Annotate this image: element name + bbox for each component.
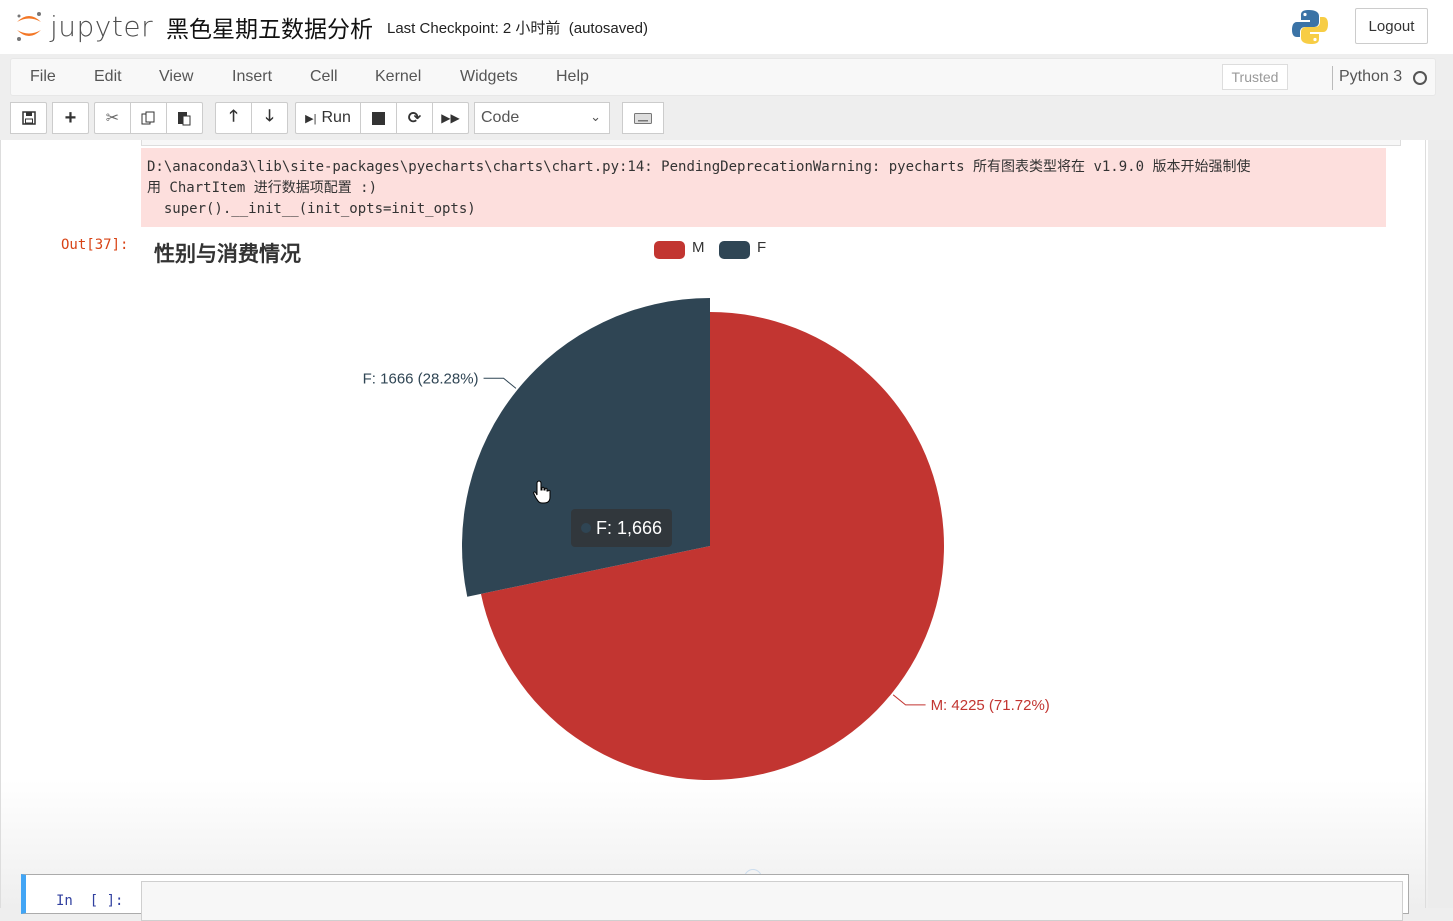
save-icon [21, 111, 36, 125]
run-label: Run [321, 109, 351, 126]
stop-icon [372, 111, 385, 125]
insert-cell-button[interactable]: + [52, 102, 89, 134]
previous-cell-input [141, 140, 1401, 146]
restart-button[interactable]: ⟳ [396, 102, 433, 134]
trusted-indicator[interactable]: Trusted [1222, 64, 1288, 90]
checkpoint-status: Last Checkpoint: 2 小时前 (autosaved) [387, 20, 648, 37]
jupyter-logo[interactable]: jupyter [14, 8, 153, 44]
kernel-idle-icon [1413, 71, 1427, 85]
menu-help[interactable]: Help [556, 68, 589, 86]
cell-type-value: Code [481, 109, 520, 126]
notebook-area: D:\anaconda3\lib\site-packages\pyecharts… [0, 140, 1453, 921]
fast-forward-icon: ▶▶ [441, 111, 460, 125]
kernel-separator [1332, 66, 1333, 90]
label-line-f [483, 377, 517, 389]
pie-slice-f[interactable] [462, 298, 710, 597]
notebook-name[interactable]: 黑色星期五数据分析 [166, 10, 373, 44]
logout-button[interactable]: Logout [1355, 8, 1428, 44]
stderr-line: super().__init__(init_opts=init_opts) [147, 201, 476, 217]
tooltip-color-dot [581, 523, 591, 533]
stderr-output: D:\anaconda3\lib\site-packages\pyecharts… [141, 148, 1386, 227]
plus-icon: + [64, 106, 77, 129]
arrow-down-icon: 🡓 [265, 107, 274, 125]
header: jupyter 黑色星期五数据分析 Last Checkpoint: 2 小时前… [0, 0, 1453, 54]
code-cell[interactable]: In [ ]: [21, 874, 1409, 921]
menu-edit[interactable]: Edit [94, 68, 122, 86]
scissors-icon: ✂ [105, 110, 120, 127]
hand-cursor-icon [533, 480, 551, 504]
copy-button[interactable] [130, 102, 167, 134]
menu-view[interactable]: View [159, 68, 193, 86]
menu-cell[interactable]: Cell [310, 68, 338, 86]
chevron-down-icon: ⌄ [590, 109, 601, 124]
code-input[interactable] [141, 881, 1403, 921]
page-scrollbar[interactable] [1428, 140, 1453, 908]
paste-icon [178, 111, 191, 125]
move-down-button[interactable]: 🡓 [251, 102, 288, 134]
keyboard-icon [634, 112, 652, 124]
logo-text: jupyter [50, 9, 154, 43]
copy-icon [141, 111, 155, 124]
restart-run-all-button[interactable]: ▶▶ [432, 102, 469, 134]
save-button[interactable] [10, 102, 47, 134]
step-forward-icon: ▶| [305, 112, 317, 125]
stderr-line: 用 ChartItem 进行数据项配置 :) [147, 180, 378, 196]
notebook-container: D:\anaconda3\lib\site-packages\pyecharts… [0, 140, 1426, 921]
menubar: File Edit View Insert Cell Kernel Widget… [10, 58, 1436, 96]
run-button[interactable]: ▶| Run [295, 102, 361, 134]
interrupt-button[interactable] [360, 102, 397, 134]
menu-kernel[interactable]: Kernel [375, 68, 421, 86]
tooltip-text: F: 1,666 [596, 517, 663, 538]
output-prompt: Out[37]: [61, 237, 129, 253]
pie-plot: M: 4225 (71.72%) F: 1666 (28.28%) [363, 298, 1050, 780]
python-logo-icon [1292, 10, 1328, 44]
cut-button[interactable]: ✂ [94, 102, 131, 134]
menu-insert[interactable]: Insert [232, 68, 272, 86]
stderr-line: D:\anaconda3\lib\site-packages\pyecharts… [147, 159, 1251, 175]
slice-label-f: F: 1666 (28.28%) [363, 370, 479, 387]
kernel-name: Python 3 [1339, 68, 1403, 85]
label-line-m [892, 694, 926, 706]
chart-tooltip: F: 1,666 [571, 509, 673, 547]
restart-icon: ⟳ [407, 110, 422, 127]
move-up-button[interactable]: 🡑 [215, 102, 252, 134]
command-palette-button[interactable] [622, 102, 664, 134]
arrow-up-icon: 🡑 [229, 107, 238, 125]
menu-file[interactable]: File [30, 68, 56, 86]
pie-chart: 性别与消费情况 M F M: 4225 (71.72%) F: 1666 (28.… [141, 228, 1386, 788]
paste-button[interactable] [166, 102, 203, 134]
jupyter-logo-icon [17, 12, 41, 41]
slice-label-m: M: 4225 (71.72%) [931, 697, 1050, 714]
input-prompt: In [ ]: [56, 893, 124, 909]
cell-type-select[interactable]: Code ⌄ [474, 102, 610, 134]
menu-widgets[interactable]: Widgets [460, 68, 518, 86]
